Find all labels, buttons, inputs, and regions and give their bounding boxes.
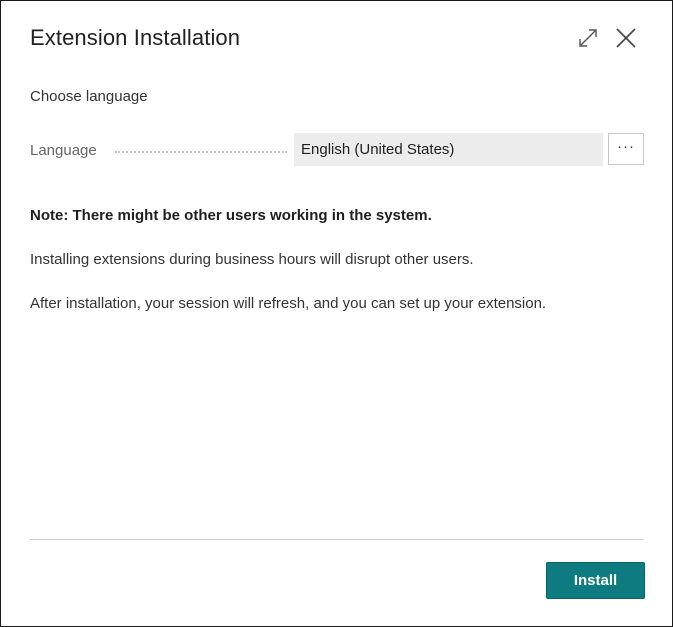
dialog-title: Extension Installation <box>30 25 241 50</box>
language-field-label: Language <box>30 142 97 159</box>
close-icon[interactable] <box>613 25 639 51</box>
install-button[interactable]: Install <box>546 562 645 599</box>
language-field[interactable]: English (United States) <box>294 133 603 166</box>
info-paragraph-disruption: Installing extensions during business ho… <box>30 251 474 268</box>
warning-note: Note: There might be other users working… <box>30 207 432 224</box>
field-leader-dots <box>115 151 287 153</box>
extension-installation-dialog: Extension Installation Choose language L… <box>0 0 673 627</box>
section-subtitle: Choose language <box>30 88 148 105</box>
info-paragraph-refresh: After installation, your session will re… <box>30 295 547 312</box>
expand-icon[interactable] <box>575 25 601 51</box>
footer-divider <box>30 539 644 540</box>
language-lookup-button[interactable]: ··· <box>608 133 644 165</box>
